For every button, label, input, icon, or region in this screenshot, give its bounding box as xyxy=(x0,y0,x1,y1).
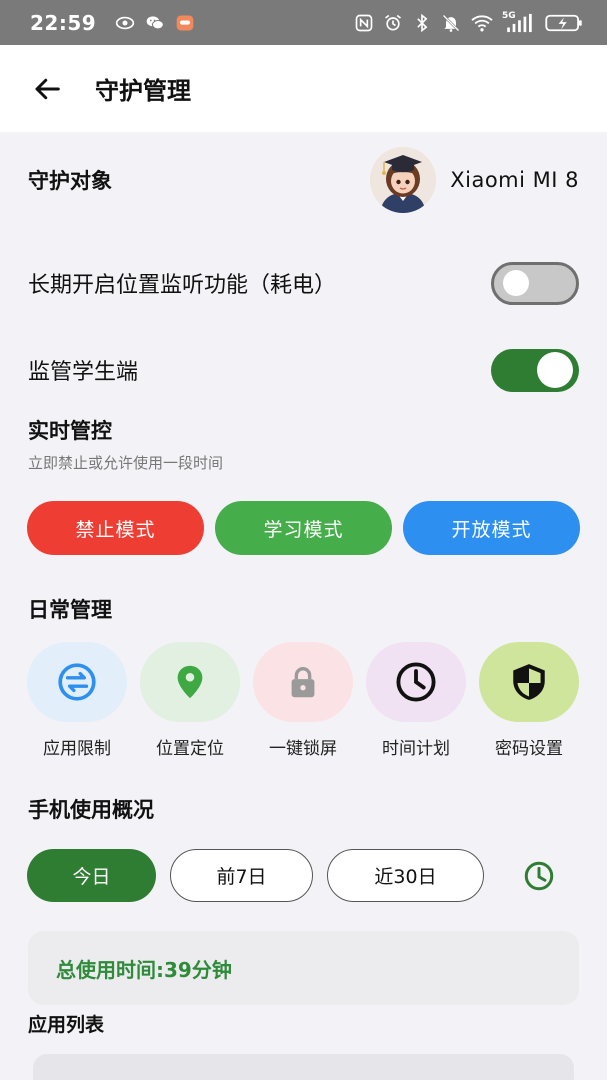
supervise-student-label: 监管学生端 xyxy=(28,360,139,385)
device-selector[interactable]: Xiaomi MI 8 xyxy=(370,147,579,213)
usage-summary-card: 总使用时间:39分钟 xyxy=(28,931,579,1005)
nfc-icon xyxy=(353,13,375,33)
supervise-student-row: 监管学生端 xyxy=(28,348,579,392)
arrow-left-icon[interactable] xyxy=(27,69,67,109)
location-pin-icon xyxy=(140,642,240,722)
alarm-icon xyxy=(382,13,404,33)
forbid-mode-button[interactable]: 禁止模式 xyxy=(27,501,204,555)
swap-arrows-icon xyxy=(27,642,127,722)
location-monitor-row: 长期开启位置监听功能（耗电） xyxy=(28,260,579,306)
realtime-subtitle-row: 立即禁止或允许使用一段时间 xyxy=(28,450,579,474)
page-title: 守护管理 xyxy=(95,77,191,105)
app-restriction-label: 应用限制 xyxy=(43,739,111,759)
time-plan-item[interactable]: 时间计划 xyxy=(366,642,466,759)
lock-screen-item[interactable]: 一键锁屏 xyxy=(253,642,353,759)
toggle-knob xyxy=(537,352,573,388)
bluetooth-icon xyxy=(411,13,433,33)
realtime-title-row: 实时管控 xyxy=(28,415,579,445)
device-name: Xiaomi MI 8 xyxy=(450,168,579,192)
usage-title-row: 手机使用概况 xyxy=(28,793,579,825)
lock-icon xyxy=(253,642,353,722)
app-list-title-row: 应用列表 xyxy=(28,1008,579,1038)
password-label: 密码设置 xyxy=(495,739,563,759)
message-app-icon xyxy=(174,13,196,33)
supervise-student-toggle[interactable] xyxy=(491,348,579,392)
location-monitor-label: 长期开启位置监听功能（耗电） xyxy=(28,273,337,298)
battery-charging-icon xyxy=(543,13,585,33)
wifi-icon xyxy=(469,13,495,33)
realtime-title: 实时管控 xyxy=(28,419,112,443)
status-bar: 22:59 5G xyxy=(0,0,607,45)
range-today-button[interactable]: 今日 xyxy=(27,849,156,902)
clock-icon xyxy=(366,642,466,722)
wechat-icon xyxy=(144,13,166,33)
range-7days-button[interactable]: 前7日 xyxy=(170,849,313,902)
lock-screen-label: 一键锁屏 xyxy=(269,739,337,759)
avatar xyxy=(370,147,437,213)
password-item[interactable]: 密码设置 xyxy=(479,642,579,759)
location-monitor-toggle[interactable] xyxy=(491,261,579,305)
total-usage-text: 总使用时间:39分钟 xyxy=(56,957,232,982)
app-list-title: 应用列表 xyxy=(28,1013,105,1036)
realtime-subtitle: 立即禁止或允许使用一段时间 xyxy=(28,453,224,472)
history-clock-icon[interactable] xyxy=(520,859,558,893)
open-mode-button[interactable]: 开放模式 xyxy=(403,501,580,555)
mute-icon xyxy=(440,13,462,33)
shield-icon xyxy=(479,642,579,722)
signal-5g-icon: 5G xyxy=(502,10,536,33)
guard-target-row[interactable]: 守护对象 Xiaomi MI 8 xyxy=(28,146,579,214)
daily-title: 日常管理 xyxy=(28,598,112,622)
time-plan-label: 时间计划 xyxy=(382,739,450,759)
guard-target-label: 守护对象 xyxy=(28,169,112,193)
app-bar: 守护管理 xyxy=(0,45,607,132)
toggle-knob xyxy=(503,270,529,296)
app-list-card xyxy=(33,1054,574,1080)
app-restriction-item[interactable]: 应用限制 xyxy=(27,642,127,759)
location-item[interactable]: 位置定位 xyxy=(140,642,240,759)
content: 守护对象 Xiaomi MI 8 长期开启位置监听功能（耗电） 监管学生端 实时… xyxy=(0,132,607,1080)
range-30days-button[interactable]: 近30日 xyxy=(327,849,484,902)
location-label: 位置定位 xyxy=(156,739,224,759)
network-label: 5G xyxy=(502,10,516,21)
eye-icon xyxy=(114,13,136,33)
status-time: 22:59 xyxy=(30,10,97,35)
usage-title: 手机使用概况 xyxy=(28,798,154,822)
daily-title-row: 日常管理 xyxy=(28,593,579,625)
study-mode-button[interactable]: 学习模式 xyxy=(215,501,392,555)
